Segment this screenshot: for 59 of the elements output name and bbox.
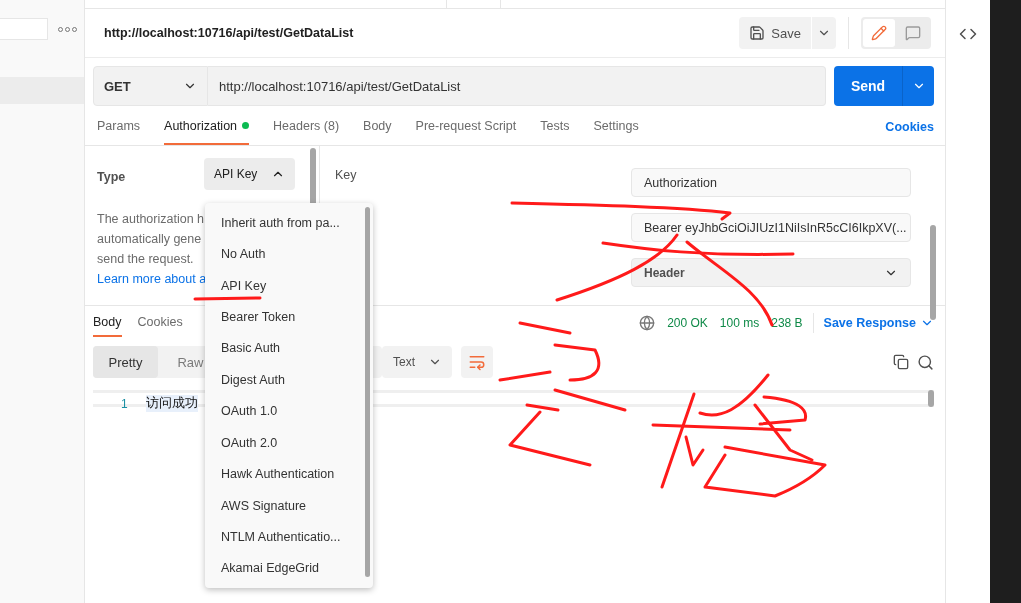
- request-tab[interactable]: Tests: [540, 108, 570, 145]
- menu-item[interactable]: OAuth 1.0: [205, 395, 373, 427]
- comment-icon: [905, 25, 921, 41]
- size-text: 238 B: [771, 315, 803, 332]
- url-field[interactable]: http://localhost:10716/api/test/GetDataList: [208, 66, 826, 106]
- request-tab[interactable]: Body: [363, 108, 392, 145]
- status-text: 200 OK: [667, 315, 708, 332]
- request-tab[interactable]: Authorization: [164, 108, 250, 145]
- language-select[interactable]: Text: [382, 346, 452, 378]
- menu-item[interactable]: OAuth 2.0: [205, 426, 373, 459]
- menu-item[interactable]: API Key: [205, 269, 373, 302]
- description-text: automatically gene: [97, 231, 202, 248]
- key-field[interactable]: Authorization: [631, 168, 911, 197]
- menu-item[interactable]: Akamai EdgeGrid: [205, 552, 373, 585]
- add-to-select[interactable]: Header: [631, 258, 911, 287]
- request-tab[interactable]: Headers (8): [273, 108, 340, 145]
- method-select[interactable]: GET: [93, 66, 208, 106]
- learn-more-link[interactable]: Learn more about a: [97, 269, 207, 289]
- pen-stroke: [193, 296, 262, 301]
- format-tab[interactable]: Pretty: [93, 346, 158, 378]
- send-options-button[interactable]: [902, 66, 934, 106]
- menu-item[interactable]: NTLM Authenticatio...: [205, 521, 373, 553]
- menu-item[interactable]: Hawk Authentication: [205, 458, 373, 490]
- save-button[interactable]: Save: [739, 17, 811, 49]
- request-tab[interactable]: Params: [97, 108, 141, 145]
- pencil-icon: [871, 25, 887, 41]
- response-text: 访问成功: [145, 395, 198, 412]
- menu-item[interactable]: Inherit auth from pa...: [205, 207, 373, 239]
- line-number: 1: [121, 396, 128, 411]
- globe-icon: [639, 315, 656, 331]
- scrollbar-thumb[interactable]: [928, 390, 934, 407]
- edit-mode-button[interactable]: [863, 19, 895, 47]
- response-tab[interactable]: Cookies: [137, 309, 183, 337]
- request-tab[interactable]: Pre-request Script: [415, 108, 517, 145]
- more-icon[interactable]: [58, 26, 77, 32]
- copy-icon[interactable]: [893, 354, 909, 370]
- value-field[interactable]: Bearer eyJhbGciOiJIUzI1NiIsInR5cCI6IkpXV(...: [631, 213, 911, 242]
- request-tab[interactable]: Settings: [593, 108, 639, 145]
- menu-item[interactable]: Bearer Token: [205, 301, 373, 333]
- sidebar-field[interactable]: [0, 18, 48, 40]
- scrollbar-thumb[interactable]: [365, 207, 370, 577]
- wrap-lines-button[interactable]: [461, 346, 493, 378]
- search-icon[interactable]: [917, 353, 934, 371]
- scrollbar-thumb[interactable]: [930, 225, 936, 320]
- save-response-link[interactable]: Save Response: [823, 309, 934, 337]
- type-label: Type: [97, 169, 126, 184]
- time-text: 100 ms: [719, 315, 760, 332]
- key-label: Key: [335, 168, 357, 182]
- cookies-link[interactable]: Cookies: [885, 108, 934, 145]
- auth-type-select[interactable]: API Key: [204, 158, 295, 190]
- response-tab[interactable]: Body: [93, 309, 122, 337]
- request-title: http://localhost:10716/api/test/GetDataList: [104, 26, 355, 40]
- save-options-button[interactable]: [812, 17, 836, 49]
- description-text: send the request.: [97, 251, 194, 268]
- wrap-icon: [468, 353, 486, 371]
- description-text: The authorization h: [97, 211, 204, 228]
- send-button[interactable]: Send: [834, 66, 902, 106]
- menu-item[interactable]: AWS Signature: [205, 489, 373, 522]
- menu-item[interactable]: No Auth: [205, 238, 373, 270]
